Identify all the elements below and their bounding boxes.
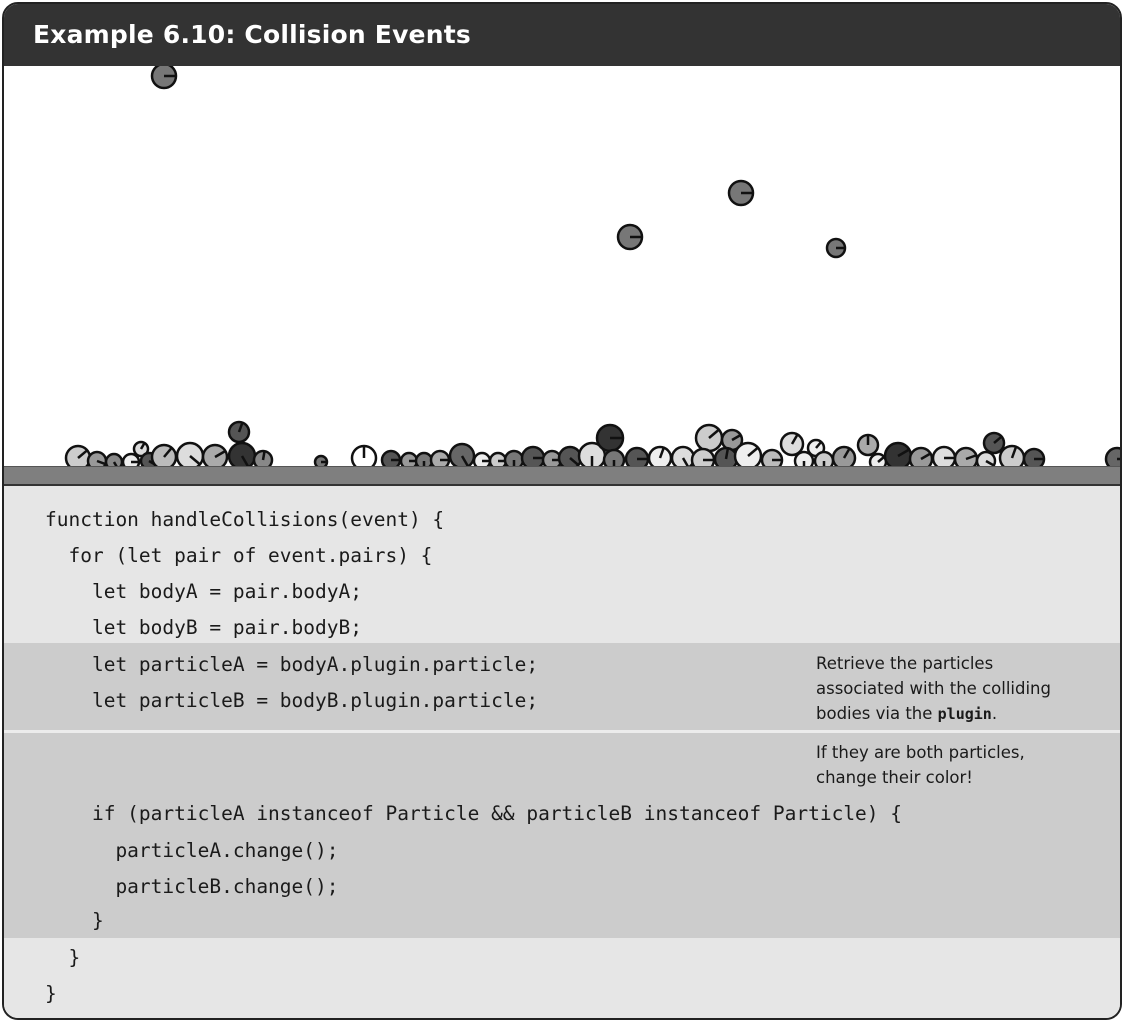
particle — [227, 420, 251, 444]
annotation-plugin: Retrieve the particles associated with t… — [816, 651, 1086, 727]
particle — [503, 449, 525, 466]
particle — [760, 448, 784, 466]
particle — [472, 451, 492, 466]
example-frame: Example 6.10: Collision Events function … — [2, 2, 1122, 1020]
particle — [883, 441, 913, 466]
particle — [520, 445, 546, 466]
particle — [429, 449, 451, 466]
code-line: } — [45, 946, 81, 969]
particle — [595, 423, 625, 453]
particle — [733, 441, 763, 466]
particle — [647, 445, 673, 466]
particle — [690, 447, 716, 466]
particle — [616, 223, 644, 251]
code-line: let bodyA = pair.bodyA; — [45, 580, 362, 603]
code-line: } — [45, 982, 57, 1005]
particle — [713, 446, 739, 466]
annotation-text: . — [991, 704, 998, 723]
particle — [931, 445, 957, 466]
annotation-code: plugin — [937, 705, 992, 723]
particle — [488, 451, 508, 466]
particle — [399, 451, 419, 466]
particle — [86, 450, 108, 466]
particle — [252, 449, 274, 466]
annotation-text: Retrieve the particles associated with t… — [816, 654, 1051, 723]
code-line: for (let pair of event.pairs) { — [45, 544, 433, 567]
code-line: let bodyB = pair.bodyB; — [45, 616, 362, 639]
particle — [727, 179, 755, 207]
code-listing: function handleCollisions(event) { for (… — [4, 486, 1120, 1018]
particle — [813, 450, 835, 466]
particle — [1022, 447, 1046, 466]
ground-boundary — [4, 466, 1120, 486]
particle — [670, 445, 696, 466]
particle — [414, 451, 434, 466]
particle — [350, 444, 378, 466]
particle — [825, 237, 847, 259]
particle — [856, 433, 880, 457]
particle — [64, 444, 92, 466]
particle — [201, 443, 229, 466]
particle — [624, 446, 650, 466]
particle-scene — [64, 66, 1120, 466]
particle — [175, 441, 205, 466]
particle — [557, 445, 583, 466]
code-line: } — [45, 909, 104, 932]
particle — [150, 443, 178, 466]
example-title: Example 6.10: Collision Events — [4, 4, 1120, 66]
particle — [982, 431, 1006, 455]
particle — [150, 66, 178, 90]
particle — [953, 446, 979, 466]
code-line: let particleB = bodyB.plugin.particle; — [45, 689, 539, 712]
code-line: if (particleA instanceof Particle && par… — [45, 802, 903, 825]
particle — [227, 441, 257, 466]
particle — [908, 446, 934, 466]
particle — [868, 452, 888, 466]
code-line: particleA.change(); — [45, 839, 339, 862]
code-line: let particleA = bodyA.plugin.particle; — [45, 653, 539, 676]
particle — [602, 448, 626, 466]
annotation-change: If they are both particles, change their… — [816, 743, 1025, 787]
particle — [448, 442, 476, 466]
particle — [1104, 446, 1120, 466]
code-line: particleB.change(); — [45, 875, 339, 898]
simulation-canvas — [4, 66, 1120, 466]
particle — [998, 444, 1026, 466]
particle — [831, 445, 857, 466]
particle — [104, 452, 124, 466]
code-line: function handleCollisions(event) { — [45, 508, 445, 531]
particle — [380, 449, 402, 466]
particle — [313, 454, 329, 466]
particle — [694, 423, 724, 453]
